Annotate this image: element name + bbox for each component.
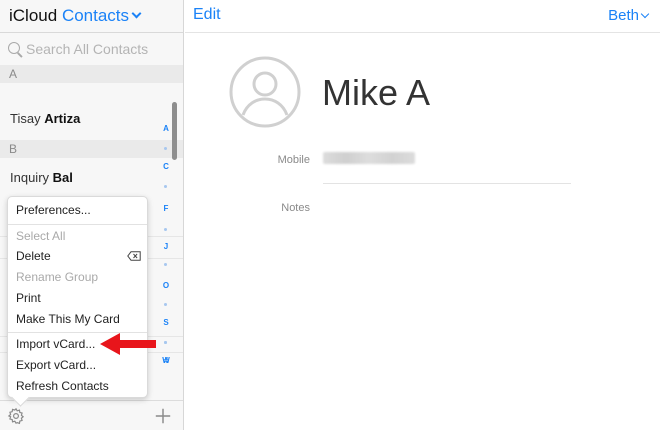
menu-item-select-all: Select All <box>16 229 66 243</box>
menu-item-rename-group: Rename Group <box>16 270 99 284</box>
gear-icon[interactable] <box>7 407 25 425</box>
contact-last-name: Bal <box>52 170 73 185</box>
app-title[interactable]: iCloud Contacts <box>9 6 142 26</box>
app-section-label: Contacts <box>61 6 130 25</box>
index-letter[interactable]: F <box>158 204 174 213</box>
contact-row[interactable]: Tisay Artiza <box>0 104 170 134</box>
index-letter[interactable]: C <box>158 162 174 171</box>
annotation-arrow-icon <box>100 333 156 355</box>
chevron-down-icon <box>640 9 650 19</box>
menu-item-refresh-contacts[interactable]: Refresh Contacts <box>8 376 147 397</box>
contact-row[interactable]: Inquiry Bal <box>0 163 170 193</box>
contact-last-name: Artiza <box>44 111 81 126</box>
contact-first-name: Inquiry <box>10 170 50 185</box>
index-letter[interactable]: J <box>158 242 174 251</box>
avatar-placeholder-icon <box>229 56 301 128</box>
search-icon <box>8 42 20 54</box>
sidebar-header: iCloud Contacts <box>0 0 183 33</box>
contact-detail-pane: Edit Beth Mike A Mobile Notes <box>185 0 660 430</box>
index-letter[interactable]: S <box>158 318 174 327</box>
menu-item-preferences[interactable]: Preferences... <box>8 200 147 221</box>
account-menu-button[interactable]: Beth <box>608 7 650 24</box>
menu-item-make-my-card[interactable]: Make This My Card <box>8 309 147 330</box>
contact-first-name: Tisay <box>10 111 41 126</box>
index-dot <box>164 147 167 150</box>
field-divider <box>323 183 571 184</box>
chevron-down-icon <box>131 8 142 19</box>
field-label-notes: Notes <box>281 202 310 214</box>
index-letter[interactable]: A <box>158 124 174 133</box>
app-brand: iCloud <box>9 6 58 25</box>
field-label-mobile: Mobile <box>277 154 310 166</box>
index-letter[interactable]: # <box>158 356 174 365</box>
search-bar <box>0 33 183 65</box>
mobile-value-redacted <box>323 152 415 164</box>
index-letter[interactable]: O <box>158 281 174 290</box>
detail-header: Edit Beth <box>185 0 660 33</box>
menu-item-print[interactable]: Print <box>8 288 147 309</box>
index-dot <box>164 263 167 266</box>
delete-key-icon <box>127 251 141 261</box>
section-header-a: A <box>0 65 183 83</box>
account-name: Beth <box>608 7 639 24</box>
menu-item-delete[interactable]: Delete <box>8 246 147 267</box>
edit-button[interactable]: Edit <box>193 6 221 24</box>
index-dot <box>164 185 167 188</box>
index-dot <box>164 341 167 344</box>
menu-separator <box>8 224 147 225</box>
index-dot <box>164 228 167 231</box>
settings-menu: Preferences... Select All Delete Rename … <box>7 196 148 398</box>
section-header-b: B <box>0 140 183 158</box>
menu-item-delete-label: Delete <box>16 249 51 263</box>
contact-name: Mike A <box>322 72 431 113</box>
add-contact-icon[interactable] <box>154 407 172 425</box>
index-dot <box>164 303 167 306</box>
sidebar-footer <box>0 400 183 430</box>
search-input[interactable] <box>26 39 178 59</box>
menu-item-export-vcard[interactable]: Export vCard... <box>8 355 147 376</box>
